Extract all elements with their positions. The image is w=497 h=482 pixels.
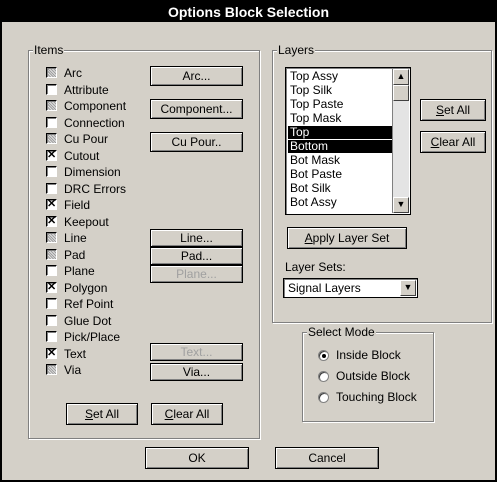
item-checkbox-label: Pick/Place: [64, 330, 121, 344]
checkbox-box[interactable]: [46, 100, 57, 111]
via-button[interactable]: Via...: [150, 363, 243, 381]
item-checkbox-label: Glue Dot: [64, 313, 112, 328]
layer-item[interactable]: Bot Assy: [288, 196, 393, 209]
item-checkbox-label: DRC Errors: [64, 181, 126, 196]
checkbox-box[interactable]: [46, 265, 57, 276]
item-checkbox-label: Connection: [64, 115, 125, 130]
item-checkbox-label: Cu Pour: [64, 132, 109, 146]
arc-button[interactable]: Arc...: [150, 66, 243, 86]
layer-item[interactable]: Bot Silk: [288, 182, 393, 195]
layers-clear-all-label: lear All: [439, 135, 476, 149]
checkbox-box[interactable]: [46, 331, 57, 342]
apply-layer-set-label: pply Layer Set: [312, 231, 390, 245]
plane-button[interactable]: Plane...: [150, 265, 243, 283]
item-checkbox-label: Plane: [64, 264, 95, 278]
cu-pour-button[interactable]: Cu Pour..: [150, 132, 243, 152]
check-icon[interactable]: ✕: [46, 347, 57, 359]
item-checkbox-label: Component: [64, 99, 127, 113]
item-checkbox-label: Field: [64, 198, 91, 212]
item-checkbox-label: Dimension: [64, 165, 121, 179]
layer-item[interactable]: Top Paste: [288, 98, 393, 111]
checkbox-box[interactable]: [46, 83, 57, 95]
layers-listbox[interactable]: Top Assy Top Silk Top Paste Top Mask Top Bott…: [285, 67, 411, 215]
radio-button-icon[interactable]: [318, 350, 329, 361]
radio-button-icon[interactable]: [318, 392, 329, 403]
layer-sets-dropdown[interactable]: Signal Layers ▼: [283, 278, 418, 298]
items-clear-all-label: lear All: [173, 407, 210, 421]
layer-item[interactable]: Bot Paste: [288, 168, 393, 181]
item-checkbox-label: Via: [64, 363, 82, 377]
check-icon[interactable]: ✕: [46, 281, 57, 293]
text-button[interactable]: Text...: [150, 343, 243, 361]
layers-group-label: Layers: [277, 43, 316, 57]
checkbox-box[interactable]: [46, 133, 57, 144]
checkbox-box[interactable]: [46, 166, 57, 177]
checkbox-box[interactable]: [46, 298, 57, 309]
cancel-button[interactable]: Cancel: [275, 447, 379, 469]
radio-button-icon[interactable]: [318, 371, 329, 382]
ok-button[interactable]: OK: [145, 447, 249, 469]
layers-scrollbar[interactable]: ▲ ▼: [392, 69, 409, 213]
checkbox-box[interactable]: [46, 67, 57, 78]
layer-item[interactable]: Bottom: [288, 140, 393, 153]
options-block-selection-dialog: Options Block Selection Items Arc Attribu…: [0, 0, 497, 482]
layer-item[interactable]: Top Mask: [288, 112, 393, 125]
item-checkbox-label: Polygon: [64, 280, 108, 295]
radio-label: Touching Block: [336, 390, 417, 404]
item-checkbox-label: Pad: [64, 247, 86, 262]
scroll-thumb[interactable]: [393, 85, 409, 101]
layer-item[interactable]: Top Silk: [288, 84, 393, 97]
dialog-title: Options Block Selection: [2, 2, 495, 22]
line-button[interactable]: Line...: [150, 229, 243, 247]
apply-layer-set-button[interactable]: Apply Layer Set: [287, 227, 407, 249]
items-set-all-button[interactable]: Set All: [66, 403, 138, 425]
radio-label: Inside Block: [336, 348, 401, 362]
checkbox-box[interactable]: [46, 116, 57, 128]
item-checkbox-label: Text: [64, 346, 87, 361]
radio-label: Outside Block: [336, 369, 411, 383]
chevron-down-icon[interactable]: ▼: [400, 280, 416, 296]
scroll-up-icon[interactable]: ▲: [393, 69, 409, 85]
item-checkbox-label: Arc: [64, 66, 82, 80]
layers-set-all-label: et All: [444, 103, 471, 117]
scroll-down-icon[interactable]: ▼: [393, 197, 409, 213]
item-checkbox-label: Ref Point: [64, 297, 114, 311]
items-clear-all-button[interactable]: Clear All: [151, 403, 223, 425]
component-button[interactable]: Component...: [150, 99, 243, 119]
checkbox-box[interactable]: [46, 248, 57, 260]
check-icon[interactable]: ✕: [46, 215, 57, 227]
checkbox-box[interactable]: [46, 364, 57, 375]
checkbox-box[interactable]: [46, 314, 57, 326]
layer-sets-label: Layer Sets:: [285, 260, 346, 274]
layers-clear-all-button[interactable]: Clear All: [420, 131, 486, 153]
select-mode-label: Select Mode: [307, 325, 376, 339]
item-checkbox-label: Line: [64, 231, 87, 245]
item-checkbox-label: Keepout: [64, 214, 109, 229]
item-checkbox-label: Attribute: [64, 82, 109, 97]
layer-item[interactable]: Bot Mask: [288, 154, 393, 167]
layer-sets-value: Signal Layers: [288, 281, 361, 295]
check-icon[interactable]: ✕: [46, 149, 57, 161]
layers-set-all-button[interactable]: Set All: [420, 99, 486, 121]
items-group-label: Items: [33, 43, 65, 57]
check-icon[interactable]: ✕: [46, 199, 57, 210]
item-checkbox-label: Cutout: [64, 148, 100, 163]
pad-button[interactable]: Pad...: [150, 247, 243, 265]
items-set-all-label: et All: [93, 407, 120, 421]
checkbox-box[interactable]: [46, 182, 57, 194]
checkbox-box[interactable]: [46, 232, 57, 243]
layer-item[interactable]: Top Assy: [288, 70, 393, 83]
layer-item[interactable]: Top: [288, 126, 393, 139]
